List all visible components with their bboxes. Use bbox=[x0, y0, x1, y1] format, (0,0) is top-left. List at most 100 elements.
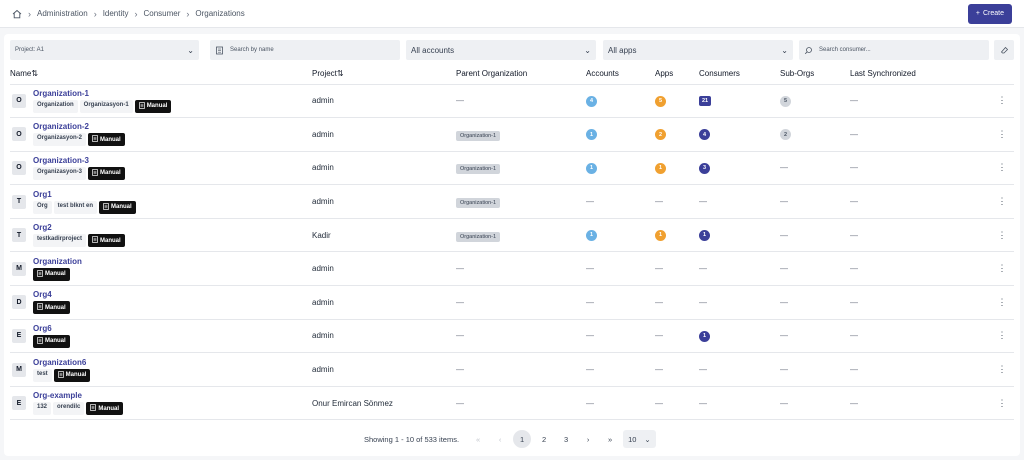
more-vertical-icon[interactable]: ⋮ bbox=[990, 83, 1014, 118]
apps-select-value: All apps bbox=[608, 45, 637, 55]
org-name-link[interactable]: Org4 bbox=[33, 290, 70, 299]
empty-value: — bbox=[850, 163, 858, 173]
org-tag: Org bbox=[33, 200, 52, 214]
sort-icon[interactable]: ⇅ bbox=[337, 69, 344, 78]
org-name-link[interactable]: Organization-3 bbox=[33, 156, 125, 165]
document-icon bbox=[37, 269, 43, 279]
table-row[interactable]: T Org2 testkadirproject Manual Kadir Orga… bbox=[10, 217, 1014, 252]
breadcrumb-identity[interactable]: Identity bbox=[103, 9, 129, 18]
avatar: T bbox=[12, 194, 26, 209]
empty-value: — bbox=[850, 230, 858, 240]
manual-badge-label: Manual bbox=[100, 237, 121, 244]
home-icon[interactable] bbox=[12, 9, 22, 19]
page-size-select[interactable]: 10 ⌄ bbox=[623, 430, 656, 448]
org-name-link[interactable]: Org2 bbox=[33, 223, 125, 232]
org-tag: test bbox=[33, 368, 52, 382]
breadcrumb-administration[interactable]: Administration bbox=[37, 9, 88, 18]
page-3-button[interactable]: 3 bbox=[557, 430, 575, 448]
empty-value: — bbox=[850, 96, 858, 106]
page-1-button[interactable]: 1 bbox=[513, 430, 532, 448]
table-row[interactable]: O Organization-1 Organization Organizasyo… bbox=[10, 83, 1014, 118]
empty-value: — bbox=[699, 398, 707, 408]
col-suborgs: Sub-Orgs bbox=[780, 69, 815, 79]
empty-value: — bbox=[780, 365, 788, 375]
create-button[interactable]: + Create bbox=[967, 3, 1012, 24]
org-name-link[interactable]: Organization bbox=[33, 257, 82, 266]
org-name-link[interactable]: Organization6 bbox=[33, 358, 90, 367]
consumers-count: 4 bbox=[699, 129, 710, 141]
consumers-count: 1 bbox=[699, 229, 710, 241]
org-name-link[interactable]: Organization-1 bbox=[33, 89, 171, 98]
chevron-down-icon: ⌄ bbox=[584, 45, 591, 55]
manual-badge: Manual bbox=[33, 334, 70, 348]
avatar: E bbox=[12, 396, 26, 411]
empty-value: — bbox=[655, 331, 663, 341]
prev-page-button[interactable]: ‹ bbox=[491, 430, 509, 448]
clear-filters-button[interactable] bbox=[994, 40, 1014, 60]
breadcrumb-organizations: Organizations bbox=[195, 9, 245, 18]
table-row[interactable]: M Organization6 test Manual admin — — — —… bbox=[10, 352, 1014, 387]
first-page-button[interactable]: « bbox=[469, 430, 487, 448]
project-select[interactable]: Project: A1 ⌄ bbox=[10, 40, 199, 60]
empty-value: — bbox=[586, 264, 594, 274]
org-tag: orendilc bbox=[53, 402, 85, 416]
org-name-link[interactable]: Org6 bbox=[33, 324, 70, 333]
manual-badge: Manual bbox=[33, 301, 70, 315]
apps-count: 2 bbox=[655, 129, 666, 141]
org-name-link[interactable]: Org-example bbox=[33, 391, 123, 400]
table-row[interactable]: M Organization Manual admin — — — — — — … bbox=[10, 251, 1014, 286]
last-page-button[interactable]: » bbox=[601, 430, 619, 448]
more-vertical-icon[interactable]: ⋮ bbox=[990, 352, 1014, 387]
table-row[interactable]: E Org6 Manual admin — — — 1 — — ⋮ bbox=[10, 318, 1014, 353]
more-vertical-icon[interactable]: ⋮ bbox=[990, 385, 1014, 421]
org-name-link[interactable]: Org1 bbox=[33, 190, 136, 199]
search-consumer-field[interactable]: Search consumer... bbox=[799, 40, 989, 60]
manual-badge: Manual bbox=[88, 234, 125, 248]
org-name-link[interactable]: Organization-2 bbox=[33, 122, 125, 131]
apps-select[interactable]: All apps ⌄ bbox=[603, 40, 793, 60]
page-2-button[interactable]: 2 bbox=[535, 430, 553, 448]
document-icon bbox=[90, 404, 97, 413]
more-vertical-icon[interactable]: ⋮ bbox=[990, 285, 1014, 320]
empty-value: — bbox=[850, 365, 858, 375]
chevron-down-icon: ⌄ bbox=[187, 45, 194, 55]
org-tag: Organizasyon-1 bbox=[79, 99, 133, 113]
sort-icon[interactable]: ⇅ bbox=[31, 69, 38, 78]
more-vertical-icon[interactable]: ⋮ bbox=[990, 117, 1014, 152]
more-vertical-icon[interactable]: ⋮ bbox=[990, 251, 1014, 286]
col-lastsync: Last Synchronized bbox=[850, 69, 916, 79]
col-project[interactable]: Project⇅ bbox=[312, 64, 456, 84]
table-row[interactable]: T Org1 Org test blknt en Manual admin Orga… bbox=[10, 184, 1014, 219]
chevron-right-icon: › bbox=[93, 8, 97, 19]
avatar: D bbox=[12, 295, 26, 310]
project-value: admin bbox=[312, 163, 334, 173]
col-project-label: Project bbox=[312, 69, 337, 79]
more-vertical-icon[interactable]: ⋮ bbox=[990, 217, 1014, 252]
avatar: O bbox=[12, 127, 26, 142]
empty-value: — bbox=[456, 398, 464, 408]
empty-value: — bbox=[780, 297, 788, 307]
col-name[interactable]: Name⇅ bbox=[10, 64, 312, 84]
pagination-summary: Showing 1 - 10 of 533 items. bbox=[364, 434, 460, 444]
more-vertical-icon[interactable]: ⋮ bbox=[990, 318, 1014, 353]
filter-bar: Project: A1 ⌄ Search by name All account… bbox=[10, 40, 1014, 60]
next-page-button[interactable]: › bbox=[579, 430, 597, 448]
accounts-select-value: All accounts bbox=[411, 45, 455, 55]
table-row[interactable]: D Org4 Manual admin — — — — — — ⋮ bbox=[10, 285, 1014, 320]
more-vertical-icon[interactable]: ⋮ bbox=[990, 184, 1014, 219]
empty-value: — bbox=[780, 197, 788, 207]
search-name-field[interactable]: Search by name bbox=[210, 40, 400, 60]
manual-badge-label: Manual bbox=[146, 103, 168, 110]
table-row[interactable]: O Organization-3 Organizasyon-3 Manual ad… bbox=[10, 150, 1014, 185]
empty-value: — bbox=[850, 129, 858, 139]
empty-value: — bbox=[586, 197, 594, 207]
table-row[interactable]: E Org-example 132 orendilc Manual Onur Emi… bbox=[10, 385, 1014, 421]
chevron-right-icon: › bbox=[186, 8, 190, 19]
more-vertical-icon[interactable]: ⋮ bbox=[990, 150, 1014, 185]
accounts-select[interactable]: All accounts ⌄ bbox=[406, 40, 596, 60]
col-parent: Parent Organization bbox=[456, 69, 528, 79]
search-consumer-placeholder: Search consumer... bbox=[819, 47, 871, 53]
table-row[interactable]: O Organization-2 Organizasyon-2 Manual ad… bbox=[10, 117, 1014, 152]
empty-value: — bbox=[586, 365, 594, 375]
breadcrumb-consumer[interactable]: Consumer bbox=[143, 9, 180, 18]
